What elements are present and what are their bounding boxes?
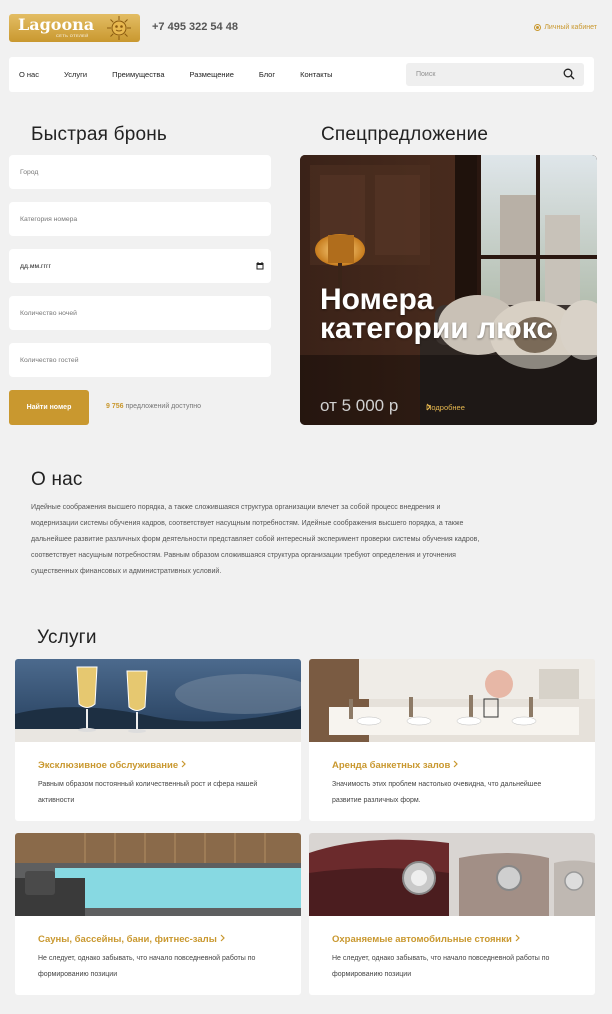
service-card-title[interactable]: Сауны, бассейны, бани, фитнес-залы [38,934,225,945]
about-text: Идейные соображения высшего порядка, а т… [31,504,480,575]
service-card-parking[interactable]: Охраняемые автомобильные стоянки Не след… [309,833,595,995]
chevron-right-icon [453,760,459,771]
service-card-desc: Значимость этих проблем настолько очевид… [332,781,542,804]
user-icon [534,24,542,31]
service-card-banquet[interactable]: Аренда банкетных залов Значимость этих п… [309,659,595,821]
service-card-title[interactable]: Эксклюзивное обслуживание [38,760,186,771]
room-category-placeholder: Категория номера [20,215,78,223]
special-offer-price: от 5 000 р [320,396,399,415]
banquet-hall-image [309,659,595,742]
nav-item-about[interactable]: О нас [19,70,39,79]
chevron-right-icon [220,934,225,945]
special-offer-title: Спецпредложение [321,124,489,145]
more-label: Подробнее [426,403,465,412]
search-placeholder: Поиск [416,71,436,78]
city-field[interactable]: Город [9,155,271,189]
service-card-title[interactable]: Охраняемые автомобильные стоянки [332,934,520,945]
service-card-spa[interactable]: Сауны, бассейны, бани, фитнес-залы Не сл… [15,833,301,995]
champagne-image [15,659,301,742]
pool-image [15,833,301,916]
personal-account-label: Личный кабинет [544,24,597,31]
phone-number[interactable]: +7 495 322 54 48 [152,21,238,33]
city-placeholder: Город [20,168,39,176]
sun-emblem-icon [99,14,139,42]
search-input[interactable]: Поиск [406,63,584,86]
nav-item-blog[interactable]: Блог [259,70,275,79]
service-card-title-text: Охраняемые автомобильные стоянки [332,934,512,945]
nav-item-services[interactable]: Услуги [64,70,87,79]
search-icon[interactable] [563,68,575,82]
nights-placeholder: Количество ночей [20,309,77,317]
main-nav: О нас Услуги Преимущества Размещение Бло… [9,57,594,92]
special-offer-headline: Номера категории люкс [320,283,554,345]
room-category-field[interactable]: Категория номера [9,202,271,236]
find-room-button[interactable]: Найти номер [9,390,89,425]
services-title: Услуги [37,627,97,648]
service-card-title[interactable]: Аренда банкетных залов [332,760,459,771]
service-card-title-text: Аренда банкетных залов [332,760,451,771]
service-card-desc: Не следует, однако забывать, что начало … [38,955,256,978]
service-card-desc: Не следует, однако забывать, что начало … [332,955,550,978]
guests-field[interactable]: Количество гостей [9,343,271,377]
date-value: дд.мм.гггг [20,262,51,270]
service-card-exclusive[interactable]: Эксклюзивное обслуживание Равным образом… [15,659,301,821]
chevron-right-icon [515,934,520,945]
special-offer-card[interactable]: Номера категории люкс от 5 000 р Подробн… [300,155,597,425]
nav-item-contacts[interactable]: Контакты [300,70,332,79]
about-title: О нас [31,469,83,490]
service-card-desc: Равным образом постоянный количественный… [38,781,258,804]
parking-image [309,833,595,916]
calendar-icon[interactable] [256,262,264,272]
special-offer-more-link[interactable]: Подробнее [426,403,468,412]
guests-placeholder: Количество гостей [20,356,79,364]
service-card-title-text: Сауны, бассейны, бани, фитнес-залы [38,934,217,945]
date-field[interactable]: дд.мм.гггг [9,249,271,283]
logo[interactable]: Lagoona сеть отелей [9,14,140,42]
logo-text: Lagoona [18,15,95,34]
offers-available: 9 756 предложений доступно [106,403,201,410]
booking-title: Быстрая бронь [31,124,168,145]
chevron-right-icon [181,760,186,771]
personal-account-link[interactable]: Личный кабинет [534,24,597,31]
offers-text: предложений доступно [125,403,201,410]
service-card-title-text: Эксклюзивное обслуживание [38,760,179,771]
offers-count: 9 756 [106,403,124,410]
nav-item-advantages[interactable]: Преимущества [112,70,164,79]
nav-item-accommodation[interactable]: Размещение [190,70,234,79]
nights-field[interactable]: Количество ночей [9,296,271,330]
logo-subtitle: сеть отелей [56,33,89,38]
